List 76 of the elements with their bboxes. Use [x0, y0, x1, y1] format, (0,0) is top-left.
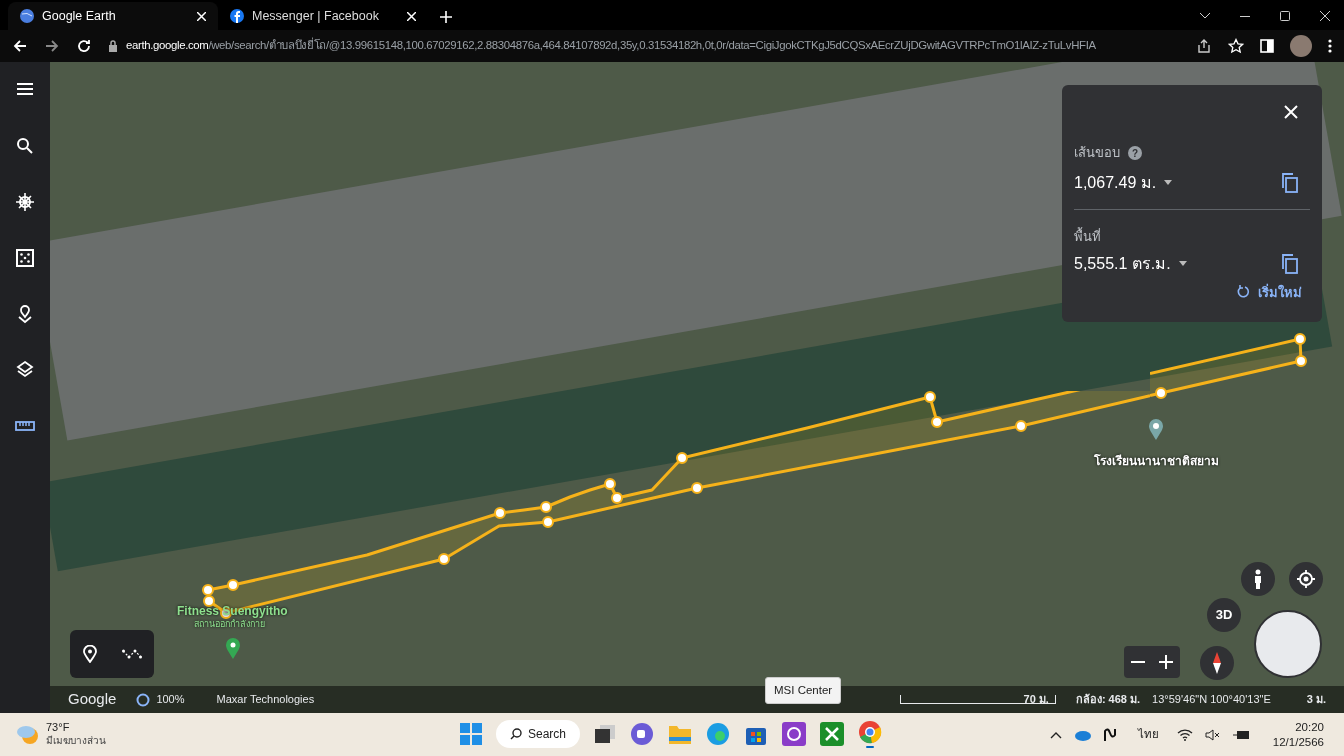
task-view-icon[interactable]: [594, 723, 617, 745]
wifi-icon[interactable]: [1176, 728, 1193, 741]
perimeter-label: เส้นขอบ: [1074, 144, 1120, 162]
start-icon[interactable]: [460, 723, 482, 745]
back-icon[interactable]: [12, 38, 28, 54]
battery-icon[interactable]: [1232, 728, 1251, 741]
ship-wheel-icon[interactable]: [15, 192, 35, 212]
share-icon[interactable]: [1196, 38, 1212, 54]
zoom-in-icon[interactable]: [1159, 655, 1173, 669]
help-icon[interactable]: ?: [1128, 145, 1142, 160]
chat-icon[interactable]: [630, 722, 655, 746]
caret-icon[interactable]: [1164, 180, 1173, 185]
tooltip: MSI Center: [765, 677, 842, 705]
lock-icon: [108, 40, 118, 52]
person-icon: [1252, 569, 1264, 589]
copy-icon[interactable]: [1282, 172, 1298, 193]
copy-icon[interactable]: [1282, 253, 1298, 274]
chevron-down-icon[interactable]: [1200, 13, 1210, 19]
maximize-icon[interactable]: [1280, 11, 1290, 21]
close-icon[interactable]: [1320, 11, 1330, 21]
area-label: พื้นที่: [1074, 228, 1101, 244]
side-panel-icon[interactable]: [1260, 39, 1274, 53]
street-view-button[interactable]: [1241, 562, 1275, 596]
camera-altitude: กล้อง: 468 ม.: [1075, 692, 1141, 708]
minimize-icon[interactable]: [1240, 15, 1250, 17]
cloud-icon[interactable]: [1073, 728, 1092, 741]
measurement-polygon-end-drawing[interactable]: [1150, 332, 1308, 400]
search-icon: [510, 728, 522, 740]
app-icon[interactable]: [782, 722, 807, 746]
weather-text[interactable]: มีเมฆบางส่วน: [46, 735, 106, 748]
search-icon[interactable]: [15, 136, 35, 156]
browser-tab[interactable]: Google Earth: [8, 2, 218, 30]
satellite-map[interactable]: [50, 62, 1344, 713]
chrome-icon[interactable]: [858, 720, 883, 748]
reload-icon[interactable]: [76, 38, 92, 54]
attribution: Maxar Technologies: [216, 692, 315, 708]
load-percent: 100%: [156, 692, 185, 708]
locate-button[interactable]: [1289, 562, 1323, 596]
reset-button[interactable]: เริ่มใหม่: [1236, 282, 1302, 302]
dice-icon[interactable]: [15, 248, 35, 268]
browser-tab[interactable]: Messenger | Facebook: [218, 2, 428, 30]
scale-bar: 70 ม.: [899, 695, 1056, 704]
elevation: 3 ม.: [1306, 692, 1326, 708]
forward-icon[interactable]: [44, 38, 60, 54]
facebook-icon: [230, 9, 244, 23]
profile-avatar[interactable]: [1290, 35, 1312, 57]
map-label: โรงเรียนนานาชาติสยาม: [1094, 453, 1219, 470]
language-indicator[interactable]: ไทย: [1137, 725, 1159, 744]
folder-icon[interactable]: [668, 723, 693, 745]
compass-button[interactable]: [1200, 646, 1234, 680]
reset-icon: [1236, 285, 1250, 300]
google-logo: Google: [68, 689, 117, 710]
target-icon: [1297, 570, 1315, 588]
unit-dropdown[interactable]: 5,555.1 ตร.ม.: [1074, 251, 1187, 276]
clock[interactable]: 20:20 12/1/2566: [1272, 720, 1324, 749]
pin-icon[interactable]: [82, 645, 97, 663]
chevron-up-icon[interactable]: [1049, 730, 1062, 739]
caret-icon[interactable]: [1178, 261, 1187, 266]
3d-button[interactable]: 3D: [1207, 598, 1241, 632]
globe-icon: [20, 9, 34, 23]
school-pin-icon[interactable]: [1148, 419, 1164, 441]
search-button[interactable]: Search: [496, 720, 581, 748]
muted-speaker-icon[interactable]: [1204, 728, 1221, 741]
layers-icon[interactable]: [15, 360, 35, 380]
path-icon[interactable]: [121, 648, 142, 660]
map-label: สถานออกกำลังกาย: [194, 618, 265, 631]
loading-circle-icon: [136, 692, 151, 707]
new-tab-icon[interactable]: [440, 11, 452, 23]
coordinates: 13°59'46"N 100°40'13"E: [1152, 692, 1271, 708]
more-icon[interactable]: [1328, 39, 1332, 53]
xbox-icon[interactable]: [820, 722, 845, 746]
temperature[interactable]: 73°F: [46, 721, 106, 736]
unit-dropdown[interactable]: 1,067.49 ม.: [1074, 170, 1173, 195]
place-pin-icon[interactable]: [225, 638, 241, 660]
star-icon[interactable]: [1228, 38, 1244, 54]
compass-icon: [1212, 652, 1222, 674]
